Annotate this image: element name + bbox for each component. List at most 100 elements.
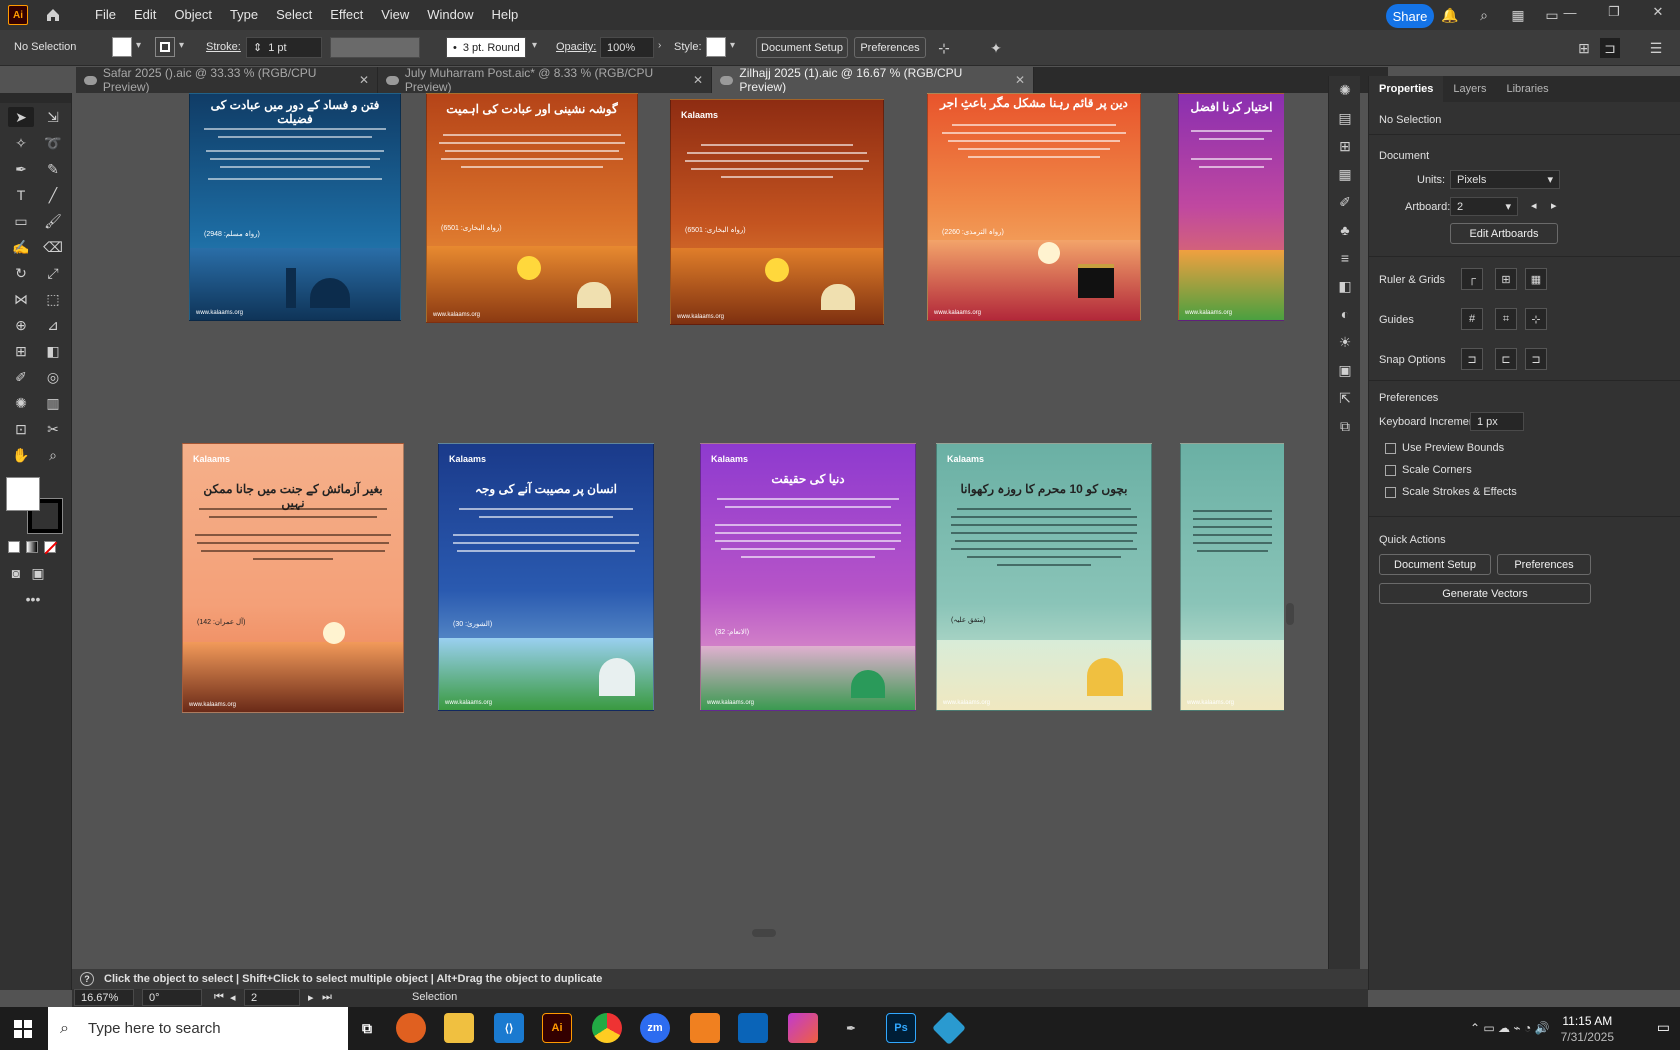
artwork-canvas[interactable]: فتن و فساد کے دور میں عبادت کی فضیلت (رو… [72,93,1368,969]
chrome-icon[interactable] [592,1013,622,1043]
fill-color-swatch[interactable] [6,477,40,511]
menu-view[interactable]: View [372,0,418,30]
hand-tool-icon[interactable]: ✋ [8,445,34,465]
rectangle-tool-icon[interactable]: ▭ [8,211,34,231]
graphic-styles-icon[interactable]: ▣ [1329,356,1361,384]
chevron-down-icon[interactable]: ▾ [179,40,184,51]
windows-start-icon[interactable] [14,1020,32,1038]
artboard-3[interactable]: Kalaams (رواہ البخاری: 6501) www.kalaams… [670,99,884,325]
artboard-6[interactable]: Kalaams بغیر آزمائش کے جنت میں جانا ممکن… [182,443,404,713]
restore-icon[interactable]: ❐ [1592,0,1636,24]
recolor-icon[interactable]: ✦ [986,38,1006,58]
gradient-panel-icon[interactable]: ◧ [1329,272,1361,300]
notifications-icon[interactable]: ▭ [1657,1019,1670,1036]
rulers-icon[interactable]: ┌ [1461,268,1483,290]
transparency-grid-icon[interactable]: ▦ [1525,268,1547,290]
close-icon[interactable]: ✕ [1636,0,1680,24]
close-icon[interactable]: ✕ [693,73,703,87]
screen-mode-icon[interactable]: ▣ [30,563,46,583]
document-setup-button[interactable]: Document Setup [756,37,848,58]
minimize-icon[interactable]: — [1548,0,1592,24]
menu-edit[interactable]: Edit [125,0,165,30]
transparency-icon[interactable]: ◐ [1329,300,1361,328]
opacity-input[interactable]: 100% [600,37,654,58]
outlook-icon[interactable] [738,1013,768,1043]
shape-builder-tool-icon[interactable]: ⊕ [8,315,34,335]
snap-to-pixel-icon[interactable]: ⊐ [1525,348,1547,370]
chevron-down-icon[interactable]: ▾ [730,40,735,51]
tab-july-muharram[interactable]: July Muharram Post.aic* @ 8.33 % (RGB/CP… [378,66,712,94]
menu-window[interactable]: Window [418,0,482,30]
scale-strokes-effects-checkbox[interactable]: Scale Strokes & Effects [1385,486,1517,498]
quick-document-setup-button[interactable]: Document Setup [1379,554,1491,575]
share-button[interactable]: Share [1386,4,1434,28]
next-artboard-icon[interactable]: ▸ [308,991,314,1004]
symbols-icon[interactable]: ♣ [1329,216,1361,244]
tab-zilhajj[interactable]: Zilhajj 2025 (1).aic @ 16.67 % (RGB/CPU … [712,66,1034,94]
zoom-icon[interactable]: zm [640,1013,670,1043]
artboard-2[interactable]: گوشہ نشینی اور عبادت کی اہمیت (رواہ البخ… [426,93,638,323]
system-tray-icons[interactable]: ⌃ ▭ ☁ ⌁ ◔ 🔊 [1470,1021,1549,1035]
pen-tool-icon[interactable]: ✒ [8,159,34,179]
slice-tool-icon[interactable]: ✂ [40,419,66,439]
transform-icon[interactable]: ⊹ [934,38,954,58]
firefox-icon[interactable] [396,1013,426,1043]
lock-guides-icon[interactable]: ⌗ [1495,308,1517,330]
stroke-weight-input[interactable]: ⇕ 1 pt [246,37,322,58]
align-icon[interactable]: ⊞ [1574,38,1594,58]
variable-width-profile[interactable] [330,37,420,58]
tab-layers[interactable]: Layers [1443,76,1496,102]
previous-artboard-icon[interactable]: ◂ [1531,199,1537,212]
perspective-grid-tool-icon[interactable]: ⊿ [40,315,66,335]
home-icon[interactable] [42,4,64,26]
menu-help[interactable]: Help [482,0,527,30]
type-tool-icon[interactable]: T [8,185,34,205]
direct-selection-tool-icon[interactable]: ⇲ [40,107,66,127]
quick-preferences-button[interactable]: Preferences [1497,554,1591,575]
curvature-tool-icon[interactable]: ✎ [40,159,66,179]
menu-icon[interactable]: ☰ [1646,38,1666,58]
rotate-tool-icon[interactable]: ↻ [8,263,34,283]
artboard-navigator[interactable]: 2 [244,989,300,1006]
next-artboard-icon[interactable]: ▸ [1551,199,1557,212]
artboard-8[interactable]: Kalaams دنیا کی حقیقت (الانعام: 32) www.… [700,443,916,711]
horizontal-scrollbar-thumb[interactable] [752,929,776,937]
close-icon[interactable]: ✕ [359,73,369,87]
file-explorer-icon[interactable] [444,1013,474,1043]
brushes-icon[interactable]: ✐ [1329,188,1361,216]
edit-artboards-button[interactable]: Edit Artboards [1450,223,1558,244]
task-view-icon[interactable]: ⧉ [352,1013,382,1043]
vscode-icon[interactable]: ⟨⟩ [494,1013,524,1043]
eraser-tool-icon[interactable]: ⌫ [40,237,66,257]
stroke-label[interactable]: Stroke: [206,41,241,53]
keyboard-increment-input[interactable]: 1 px [1470,412,1524,431]
mesh-tool-icon[interactable]: ⊞ [8,341,34,361]
snap-to-point-icon[interactable]: ⊐ [1461,348,1483,370]
magic-wand-tool-icon[interactable]: ✧ [8,133,34,153]
grid-icon[interactable]: ⊞ [1495,268,1517,290]
rotation-input[interactable]: 0° [142,989,202,1006]
artboard-4[interactable]: دین پر قائم رہنا مشکل مگر باعثِ اجر (روا… [927,93,1141,321]
tools-panel-header[interactable] [0,93,71,103]
arrange-documents-icon[interactable]: ▦ [1508,5,1528,25]
preferences-button[interactable]: Preferences [854,37,926,58]
artboard-7[interactable]: Kalaams انسان پر مصیبت آنے کی وجہ (الشور… [438,443,654,711]
tab-libraries[interactable]: Libraries [1496,76,1558,102]
gradient-tool-icon[interactable]: ◧ [40,341,66,361]
fill-swatch[interactable] [112,37,132,57]
scale-corners-checkbox[interactable]: Scale Corners [1385,464,1472,476]
export-icon[interactable]: ⇱ [1329,384,1361,412]
bell-icon[interactable]: 🔔 [1440,5,1460,25]
menu-object[interactable]: Object [165,0,221,30]
paintbrush-tool-icon[interactable]: 🖌 [40,211,66,231]
color-guide-icon[interactable]: ✺ [1329,76,1361,104]
brush-definition[interactable]: • 3 pt. Round [446,37,526,58]
artboard-1[interactable]: فتن و فساد کے دور میں عبادت کی فضیلت (رو… [189,93,401,321]
width-tool-icon[interactable]: ⋈ [8,289,34,309]
blend-tool-icon[interactable]: ◎ [40,367,66,387]
color-mode-icon[interactable] [8,541,20,553]
free-transform-tool-icon[interactable]: ⬚ [40,289,66,309]
menu-type[interactable]: Type [221,0,267,30]
none-mode-icon[interactable] [44,541,58,555]
shaper-tool-icon[interactable]: ✍ [8,237,34,257]
